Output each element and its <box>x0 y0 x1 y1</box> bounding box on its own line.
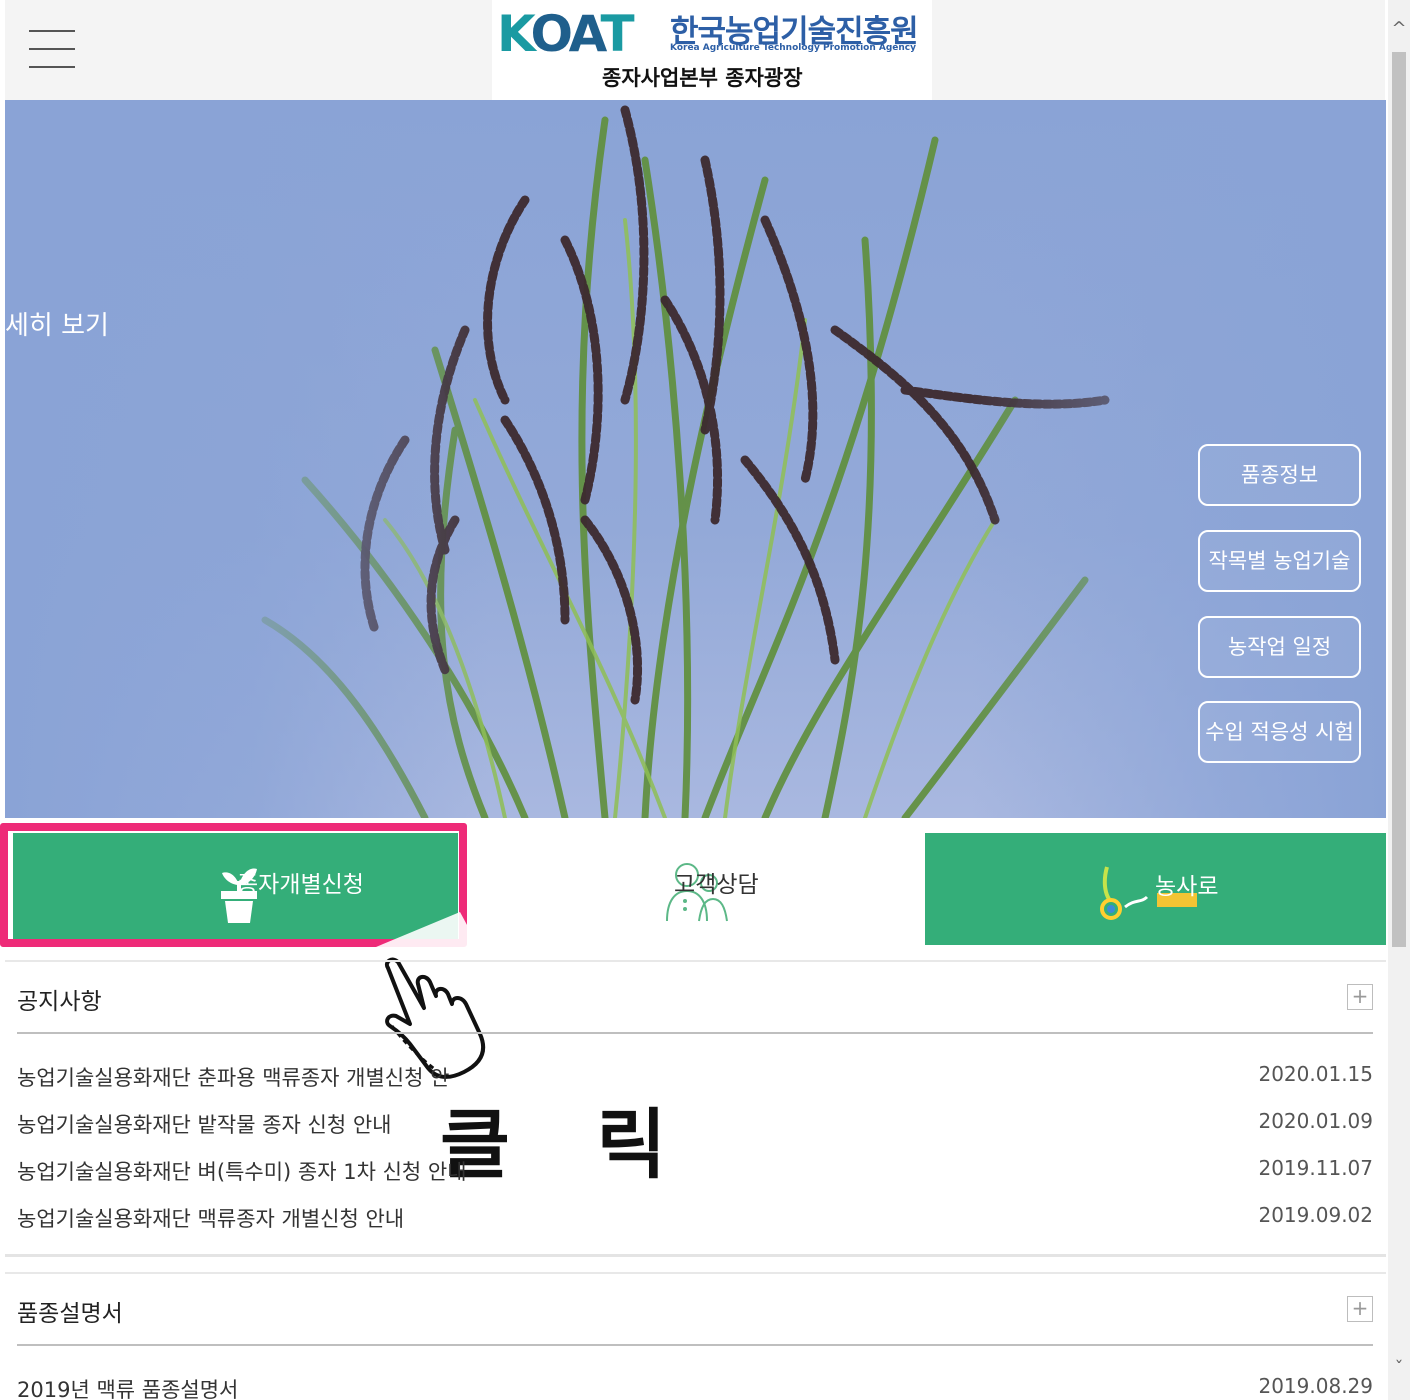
logo-mark: KOAT <box>497 5 635 63</box>
logo-org-name-en: Korea Agriculture Technology Promotion A… <box>670 43 916 53</box>
farm-road-label: 농사로 <box>1155 874 1219 900</box>
notice-row[interactable]: 농업기술실용화재단 춘파용 맥류종자 개별신청 안 2020.01.15 <box>17 1062 1373 1098</box>
page-scrollbar[interactable]: ^ ˇ <box>1388 0 1410 1400</box>
customer-consult-label: 고객상담 <box>674 872 759 898</box>
notice-row[interactable]: 농업기술실용화재단 맥류종자 개별신청 안내 2019.09.02 <box>17 1203 1373 1239</box>
notice-row-title: 농업기술실용화재단 벼(특수미) 종자 1차 신청 안내 <box>17 1160 467 1184</box>
variety-row-date: 2019.08.29 <box>1258 1374 1373 1398</box>
variety-row-title: 2019년 맥류 품종설명서 <box>17 1378 239 1400</box>
customer-consult-button[interactable]: 고객상담 <box>465 833 925 945</box>
notice-row[interactable]: 농업기술실용화재단 밭작물 종자 신청 안내 2020.01.09 <box>17 1109 1373 1145</box>
scroll-thumb[interactable] <box>1392 52 1406 947</box>
farm-road-link[interactable]: 농사로 <box>925 833 1386 945</box>
rice-plant-illustration <box>5 100 1386 818</box>
menu-hamburger-icon[interactable] <box>29 28 75 70</box>
notice-row-date: 2020.01.09 <box>1258 1109 1373 1133</box>
variety-more-button[interactable]: + <box>1347 1296 1373 1322</box>
site-header: KOAT 한국농업기술진흥원 Korea Agriculture Technol… <box>5 0 1385 100</box>
notice-row[interactable]: 농업기술실용화재단 벼(특수미) 종자 1차 신청 안내 2019.11.07 <box>17 1156 1373 1192</box>
notice-row-date: 2020.01.15 <box>1258 1062 1373 1086</box>
notice-more-button[interactable]: + <box>1347 984 1373 1010</box>
farm-schedule-button[interactable]: 농작업 일정 <box>1198 616 1361 678</box>
notice-row-title: 농업기술실용화재단 춘파용 맥류종자 개별신청 안 <box>17 1066 450 1090</box>
site-logo[interactable]: KOAT 한국농업기술진흥원 Korea Agriculture Technol… <box>492 0 932 100</box>
variety-row[interactable]: 2019년 맥류 품종설명서 2019.08.29 <box>17 1374 1373 1400</box>
notice-row-title: 농업기술실용화재단 밭작물 종자 신청 안내 <box>17 1113 392 1137</box>
notice-row-date: 2019.09.02 <box>1258 1203 1373 1227</box>
crop-technology-button[interactable]: 작목별 농업기술 <box>1198 530 1361 592</box>
hero-detail-link[interactable]: 세히 보기 <box>5 305 109 342</box>
import-adaptability-button[interactable]: 수입 적응성 시험 <box>1198 701 1361 763</box>
notice-row-date: 2019.11.07 <box>1258 1156 1373 1180</box>
notice-section: 공지사항 + 농업기술실용화재단 춘파용 맥류종자 개별신청 안 2020.01… <box>5 960 1386 1257</box>
notice-divider <box>17 1032 1373 1034</box>
variety-info-button[interactable]: 품종정보 <box>1198 444 1361 506</box>
hero-banner: 세히 보기 품종정보 작목별 농업기술 농작업 일정 수입 적응성 시험 <box>5 100 1386 818</box>
site-subtitle: 종자사업본부 종자광장 <box>602 66 803 90</box>
notice-row-title: 농업기술실용화재단 맥류종자 개별신청 안내 <box>17 1207 405 1231</box>
scroll-down-arrow-icon[interactable]: ˇ <box>1390 1358 1408 1382</box>
variety-guide-section: 품종설명서 + 2019년 맥류 품종설명서 2019.08.29 <box>5 1272 1386 1400</box>
variety-guide-title: 품종설명서 <box>17 1301 123 1327</box>
scroll-up-arrow-icon[interactable]: ^ <box>1390 18 1408 42</box>
notice-title: 공지사항 <box>17 989 102 1015</box>
variety-divider <box>17 1344 1373 1346</box>
